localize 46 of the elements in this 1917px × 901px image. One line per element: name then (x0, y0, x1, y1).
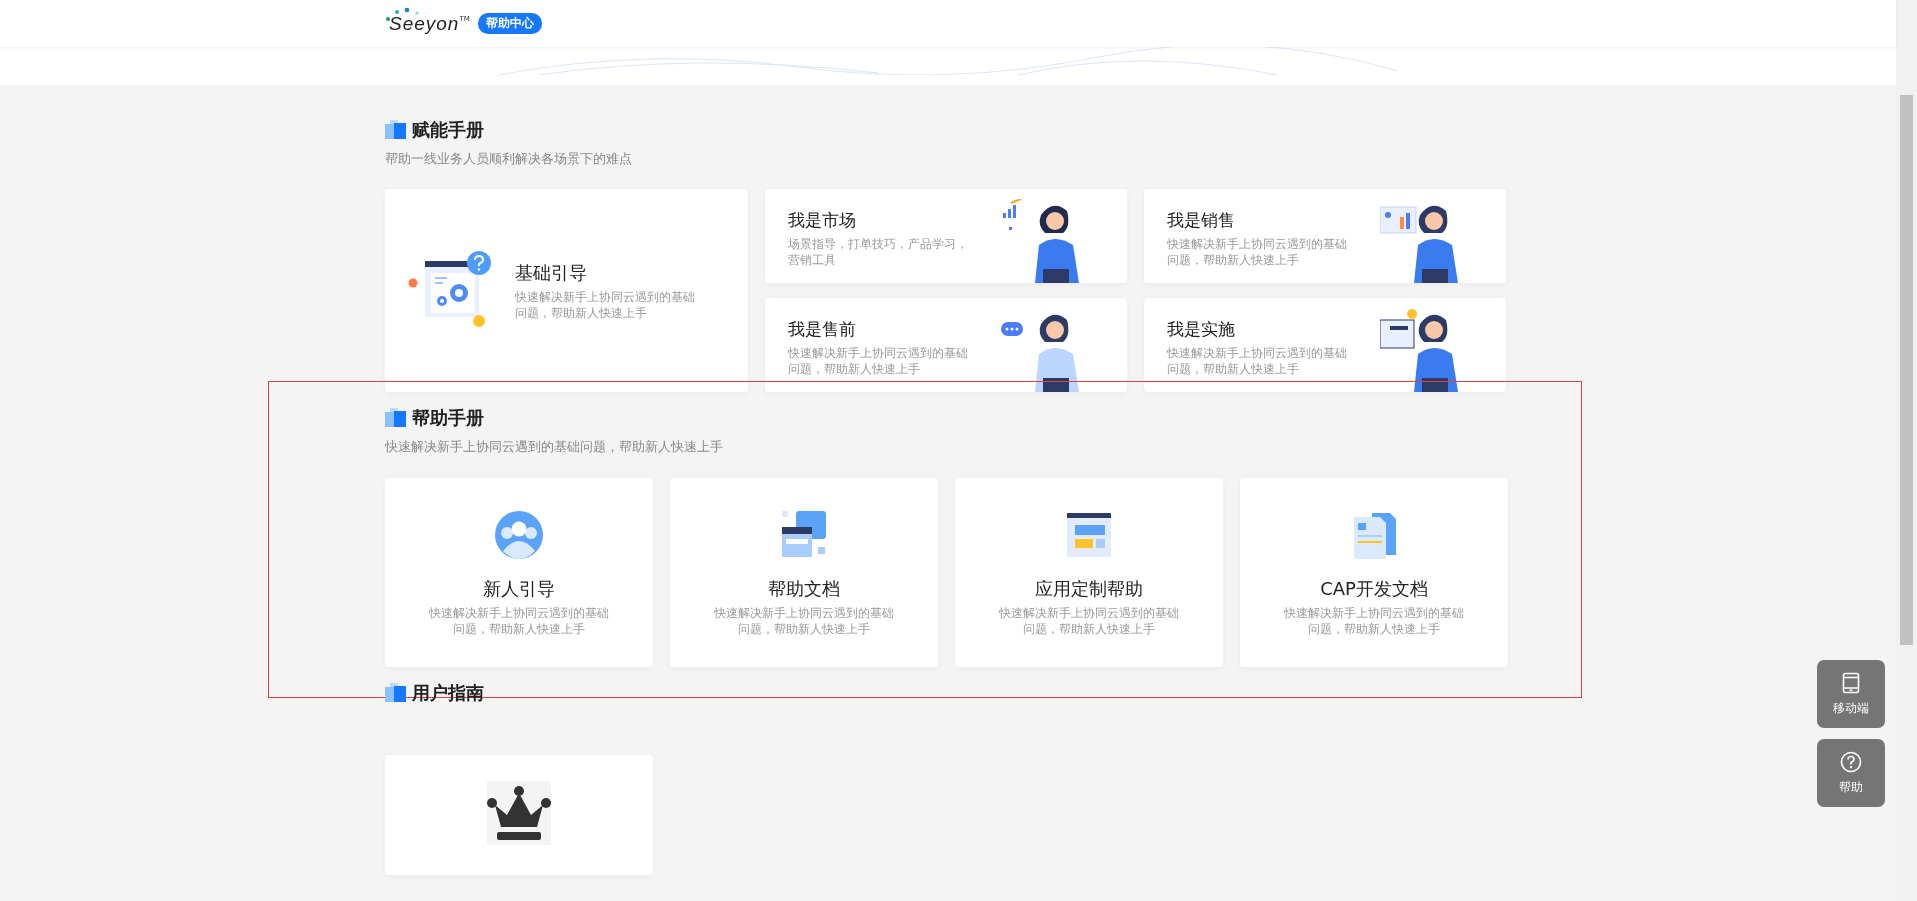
card-description: 快速解决新手上协同云遇到的基础问题，帮助新人快速上手 (428, 605, 610, 637)
guide-card[interactable]: 我是销售 快速解决新手上协同云遇到的基础问题，帮助新人快速上手 (1144, 189, 1506, 283)
section-subtitle: 帮助一线业务人员顺利解决各场景下的难点 (385, 150, 633, 168)
card-description: 快速解决新手上协同云遇到的基础问题，帮助新人快速上手 (1167, 345, 1348, 377)
card-title: 新人引导 (483, 577, 555, 601)
help-button[interactable]: 帮助 (1817, 739, 1885, 807)
card-description: 场景指导，打单技巧，产品学习，营销工具 (788, 236, 969, 268)
help-card[interactable]: 应用定制帮助 快速解决新手上协同云遇到的基础问题，帮助新人快速上手 (955, 478, 1223, 667)
cubes-icon (385, 408, 407, 428)
card-title: 帮助文档 (768, 577, 840, 601)
users-icon (495, 511, 543, 559)
guide-card[interactable]: 我是市场 场景指导，打单技巧，产品学习，营销工具 (765, 189, 1127, 283)
help-card[interactable]: 帮助文档 快速解决新手上协同云遇到的基础问题，帮助新人快速上手 (670, 478, 938, 667)
guide-card[interactable]: 我是实施 快速解决新手上协同云遇到的基础问题，帮助新人快速上手 (1144, 298, 1506, 392)
help-card[interactable]: 新人引导 快速解决新手上协同云遇到的基础问题，帮助新人快速上手 (385, 478, 653, 667)
tablet-icon (1842, 671, 1860, 694)
card-description: 快速解决新手上协同云遇到的基础问题，帮助新人快速上手 (1167, 236, 1348, 268)
browser-window-icon (1065, 511, 1113, 559)
documents-icon (780, 511, 828, 559)
guide-card[interactable] (385, 755, 653, 875)
section-title: 赋能手册 (412, 118, 484, 142)
cubes-icon (385, 683, 407, 703)
card-title: 基础引导 (515, 260, 588, 285)
scrollbar-thumb[interactable] (1900, 95, 1913, 645)
card-title: 我是销售 (1167, 209, 1236, 232)
guide-card[interactable]: 基础引导 快速解决新手上协同云遇到的基础问题，帮助新人快速上手 (385, 189, 748, 392)
card-description: 快速解决新手上协同云遇到的基础问题，帮助新人快速上手 (713, 605, 895, 637)
help-center-badge: 帮助中心 (477, 13, 542, 34)
help-card[interactable]: CAP开发文档 快速解决新手上协同云遇到的基础问题，帮助新人快速上手 (1240, 478, 1508, 667)
card-description: 快速解决新手上协同云遇到的基础问题，帮助新人快速上手 (1283, 605, 1465, 637)
card-title: 我是实施 (1167, 318, 1236, 341)
card-description: 快速解决新手上协同云遇到的基础问题，帮助新人快速上手 (998, 605, 1180, 637)
cubes-icon (385, 120, 407, 140)
card-title: 我是市场 (788, 209, 857, 232)
section-subtitle: 快速解决新手上协同云遇到的基础问题，帮助新人快速上手 (385, 438, 724, 456)
crown-icon (487, 781, 551, 845)
help-icon (1840, 750, 1862, 773)
section-title: 帮助手册 (412, 406, 484, 430)
guide-card[interactable]: 我是售前 快速解决新手上协同云遇到的基础问题，帮助新人快速上手 (765, 298, 1127, 392)
logo[interactable]: Seeyon (385, 12, 460, 35)
card-description: 快速解决新手上协同云遇到的基础问题，帮助新人快速上手 (788, 345, 969, 377)
mobile-button[interactable]: 移动端 (1817, 660, 1885, 728)
card-description: 快速解决新手上协同云遇到的基础问题，帮助新人快速上手 (515, 288, 696, 321)
card-title: CAP开发文档 (1320, 577, 1428, 601)
card-title: 我是售前 (788, 318, 857, 341)
card-title: 应用定制帮助 (1035, 577, 1143, 601)
